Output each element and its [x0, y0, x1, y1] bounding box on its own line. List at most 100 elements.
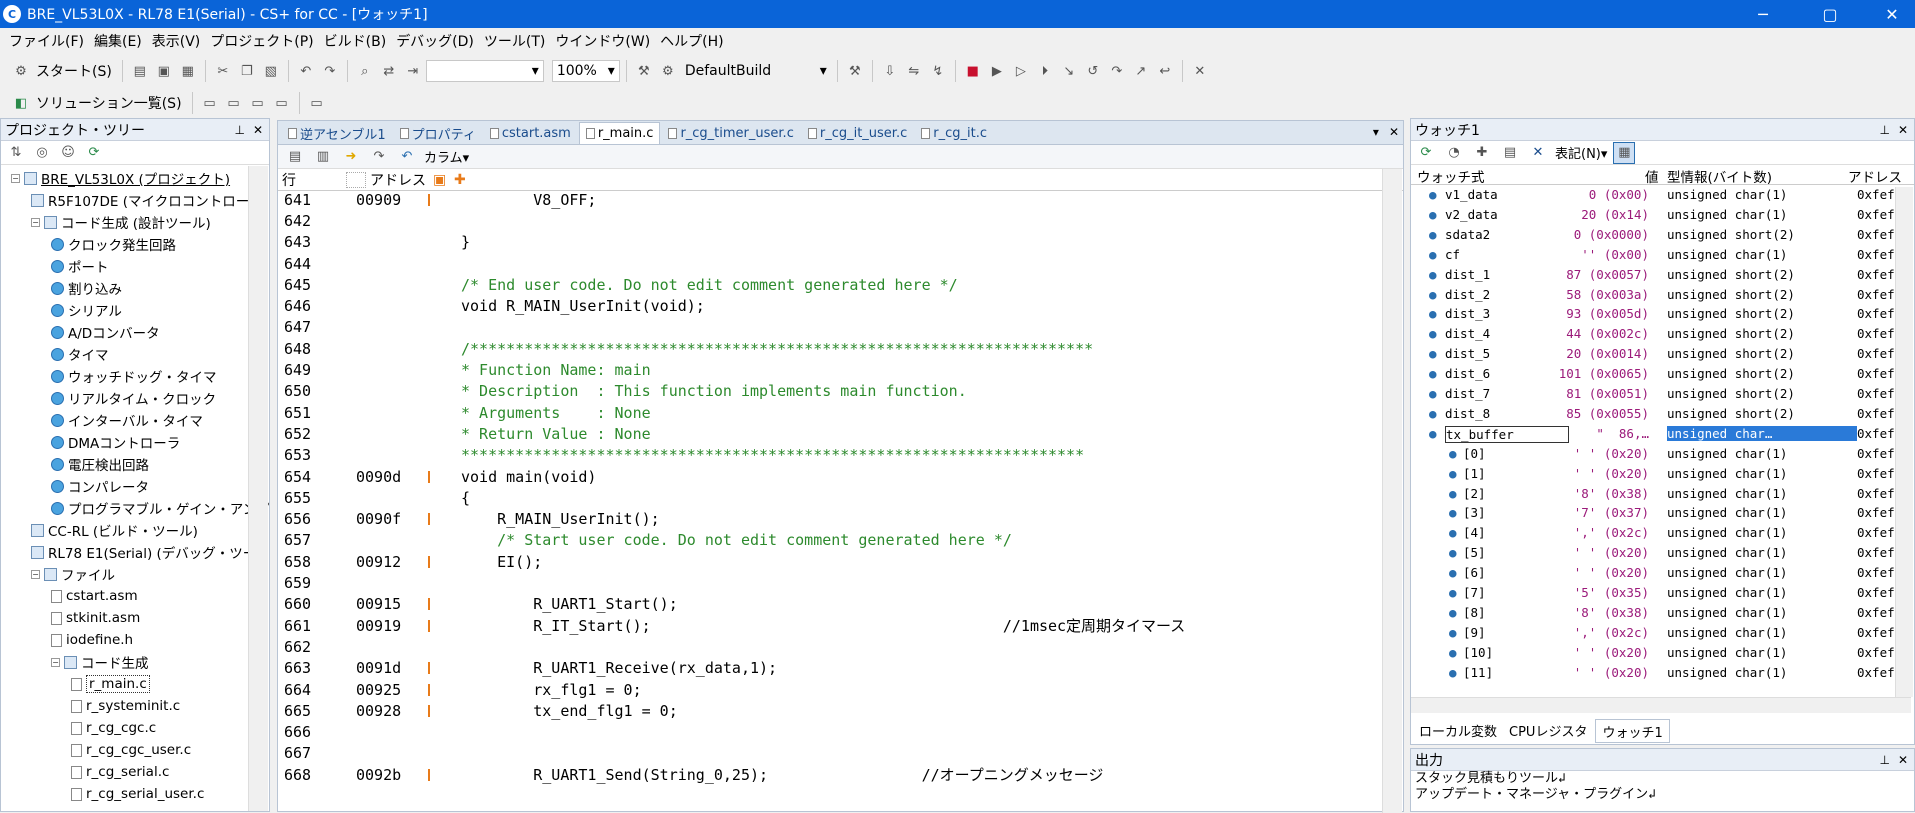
tree-item[interactable]: RL78 E1(Serial) (デバッグ・ツー	[31, 543, 256, 562]
watch-value[interactable]: ' ' (0x20)	[1574, 466, 1649, 481]
event-marker[interactable]	[428, 662, 430, 675]
watch-row[interactable]: ● dist_6 101 (0x0065) unsigned short(2) 0xfe…	[1411, 366, 1911, 382]
code-line[interactable]: 652 * Return Value : None	[278, 425, 1378, 443]
redo-icon[interactable]: ↷	[319, 60, 341, 82]
build-config-icon[interactable]: ⚒	[633, 60, 655, 82]
property-icon[interactable]: ◎	[31, 142, 53, 164]
zoom-combo[interactable]: 100% ▾	[551, 60, 620, 82]
code-line[interactable]: 656 0090f R_MAIN_UserInit();	[278, 510, 1378, 528]
menu-view[interactable]: 表示(V)	[147, 31, 206, 51]
code-line[interactable]: 658 00912 EI();	[278, 553, 1378, 571]
run-no-break-icon[interactable]: ▷	[1010, 60, 1032, 82]
watch-value[interactable]: 0 (0x00)	[1589, 187, 1649, 202]
close-icon[interactable]: ✕	[253, 123, 263, 137]
watch-value[interactable]: ' ' (0x20)	[1574, 446, 1649, 461]
code-line[interactable]: 657 /* Start user code. Do not edit comm…	[278, 531, 1378, 549]
save-all-icon[interactable]: ▦	[177, 60, 199, 82]
menu-window[interactable]: ウインドウ(W)	[550, 31, 655, 51]
editor-tab[interactable]: r_cg_it_user.c	[802, 122, 913, 144]
code-line[interactable]: 643}	[278, 233, 1378, 251]
close-icon[interactable]: ✕	[1389, 125, 1399, 139]
column-button[interactable]: カラム▾	[424, 147, 469, 166]
search-combo[interactable]: ▾	[425, 60, 544, 82]
watch-value[interactable]: 58 (0x003a)	[1566, 287, 1649, 302]
tree-item[interactable]: ポート	[51, 257, 109, 276]
watch-value[interactable]: 20 (0x14)	[1581, 207, 1649, 222]
forward-icon[interactable]: ↷	[368, 146, 390, 168]
bookmark-next-icon[interactable]: ▭	[271, 92, 293, 114]
watch-row[interactable]: ● [5] ' ' (0x20) unsigned char(1) 0xfef0	[1411, 545, 1911, 561]
replace-icon[interactable]: ⇄	[378, 60, 400, 82]
output-text[interactable]: スタック見積もりツール↲ アップデート・マネージャ・プラグイン↲	[1411, 771, 1914, 803]
step-in-icon[interactable]: ↘	[1058, 60, 1080, 82]
add-item-icon[interactable]: ▤	[1499, 142, 1521, 164]
watch-value[interactable]: 101 (0x0065)	[1559, 366, 1649, 381]
watch-row[interactable]: ● [9] ',' (0x2c) unsigned char(1) 0xfef0	[1411, 625, 1911, 641]
menu-debug[interactable]: デバッグ(D)	[391, 31, 479, 51]
code-line[interactable]: 667	[278, 744, 1378, 762]
pin-icon[interactable]: ⊥	[1879, 753, 1889, 767]
run-icon[interactable]: ▶	[986, 60, 1008, 82]
event-marker[interactable]	[428, 470, 430, 483]
code-line[interactable]: 655 {	[278, 489, 1378, 507]
close-button[interactable]: ✕	[1869, 0, 1915, 28]
editor-scrollbar[interactable]	[1382, 169, 1402, 813]
watch-value[interactable]: 81 (0x0051)	[1566, 386, 1649, 401]
watch-value[interactable]: " 86,…	[1596, 426, 1649, 441]
tree-item[interactable]: ウォッチドッグ・タイマ	[51, 367, 217, 386]
tab-cpu-registers[interactable]: CPUレジスタ	[1505, 719, 1591, 743]
user-icon[interactable]: ☺	[57, 142, 79, 164]
code-line[interactable]: 649 * Function Name: main	[278, 361, 1378, 379]
watch-value[interactable]: 0 (0x0000)	[1574, 227, 1649, 242]
editor-tab[interactable]: cstart.asm	[484, 122, 577, 144]
watch-value[interactable]: 85 (0x0055)	[1566, 406, 1649, 421]
expand-toggle-icon[interactable]: −	[11, 173, 20, 183]
watch-v-scrollbar[interactable]	[1895, 187, 1913, 697]
expand-toggle-icon[interactable]: −	[31, 217, 40, 227]
tree-item[interactable]: タイマ	[51, 345, 109, 364]
event-marker[interactable]	[428, 193, 430, 206]
watch-row[interactable]: ● dist_3 93 (0x005d) unsigned short(2) 0xfef…	[1411, 306, 1911, 322]
tab-local-vars[interactable]: ローカル変数	[1415, 719, 1501, 743]
notation-button[interactable]: 表記(N)▾	[1555, 143, 1607, 162]
download-icon[interactable]: ⇩	[879, 60, 901, 82]
watch-row[interactable]: ● cf '' (0x00) unsigned char(1) 0xfefc	[1411, 247, 1911, 263]
watch-value[interactable]: 87 (0x0057)	[1566, 267, 1649, 282]
expand-toggle-icon[interactable]: −	[51, 657, 60, 667]
build-mode-combo[interactable]: DefaultBuild ▾	[681, 60, 831, 82]
code-line[interactable]: 654 0090d void main(void)	[278, 468, 1378, 486]
watch-value[interactable]: '' (0x00)	[1581, 247, 1649, 262]
editor-tab[interactable]: 逆アセンブル1	[282, 122, 392, 144]
event-marker[interactable]	[428, 619, 430, 632]
stop-icon[interactable]: ■	[962, 60, 984, 82]
code-line[interactable]: 650 * Description : This function impleme…	[278, 382, 1378, 400]
disconnect-icon[interactable]: ↯	[927, 60, 949, 82]
editor-tab[interactable]: プロパティ	[394, 122, 482, 144]
watch-row[interactable]: ● dist_1 87 (0x0057) unsigned short(2) 0xfef…	[1411, 267, 1911, 283]
comment-icon[interactable]: ▭	[199, 92, 221, 114]
watch-row[interactable]: ● dist_4 44 (0x002c) unsigned short(2) 0xfef…	[1411, 326, 1911, 342]
start-button[interactable]: ⚙ スタート(S)	[6, 60, 116, 82]
event-marker[interactable]	[428, 513, 430, 526]
code-line[interactable]: 666	[278, 723, 1378, 741]
tree-item[interactable]: A/Dコンバータ	[51, 323, 160, 342]
tree-item[interactable]: − ファイル	[31, 565, 115, 584]
tree-item[interactable]: iodefine.h	[51, 631, 133, 649]
code-line[interactable]: 665 00928 tx_end_flg1 = 0;	[278, 702, 1378, 720]
refresh-icon[interactable]: ⟳	[83, 142, 105, 164]
add-watch-icon[interactable]: ✚	[1471, 142, 1493, 164]
save-icon[interactable]: ▣	[153, 60, 175, 82]
maximize-button[interactable]: ▢	[1807, 0, 1853, 28]
copy-icon[interactable]: ❐	[236, 60, 258, 82]
watch-row[interactable]: ● [6] ' ' (0x20) unsigned char(1) 0xfef0	[1411, 565, 1911, 581]
cpu-reset-icon[interactable]: ✕	[1189, 60, 1211, 82]
watch-row[interactable]: ● [2] '8' (0x38) unsigned char(1) 0xfef0	[1411, 486, 1911, 502]
undo-icon[interactable]: ↶	[295, 60, 317, 82]
code-line[interactable]: 661 00919 R_IT_Start(); //1msec定周期タイマース	[278, 617, 1378, 636]
watch-value[interactable]: '8' (0x38)	[1574, 605, 1649, 620]
editor-tab[interactable]: r_cg_it.c	[915, 122, 993, 144]
solution-list-button[interactable]: ◧ ソリューション一覧(S)	[6, 92, 186, 114]
watch-row[interactable]: ● [0] ' ' (0x20) unsigned char(1) 0xfef0	[1411, 446, 1911, 462]
watch-row[interactable]: ● [4] ',' (0x2c) unsigned char(1) 0xfef0	[1411, 525, 1911, 541]
watch-row[interactable]: ● [11] ' ' (0x20) unsigned char(1) 0xfef0	[1411, 665, 1911, 681]
